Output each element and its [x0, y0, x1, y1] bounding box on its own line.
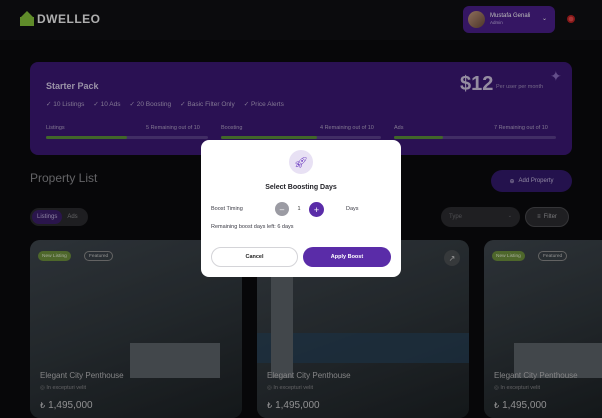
remaining-days-text: Remaining boost days left: 6 days: [211, 224, 294, 230]
increment-button[interactable]: +: [309, 202, 324, 217]
days-label: Days: [346, 206, 359, 212]
boost-timing-label: Boost Timing: [211, 206, 243, 212]
apply-boost-button[interactable]: Apply Boost: [303, 247, 391, 267]
days-count: 1: [297, 206, 301, 212]
boost-days-modal: 🚀︎ Select Boosting Days Boost Timing – 1…: [201, 140, 401, 277]
cancel-button[interactable]: Cancel: [211, 247, 298, 267]
modal-title: Select Boosting Days: [265, 184, 337, 191]
decrement-button[interactable]: –: [275, 202, 289, 216]
rocket-icon: 🚀︎: [289, 150, 313, 174]
